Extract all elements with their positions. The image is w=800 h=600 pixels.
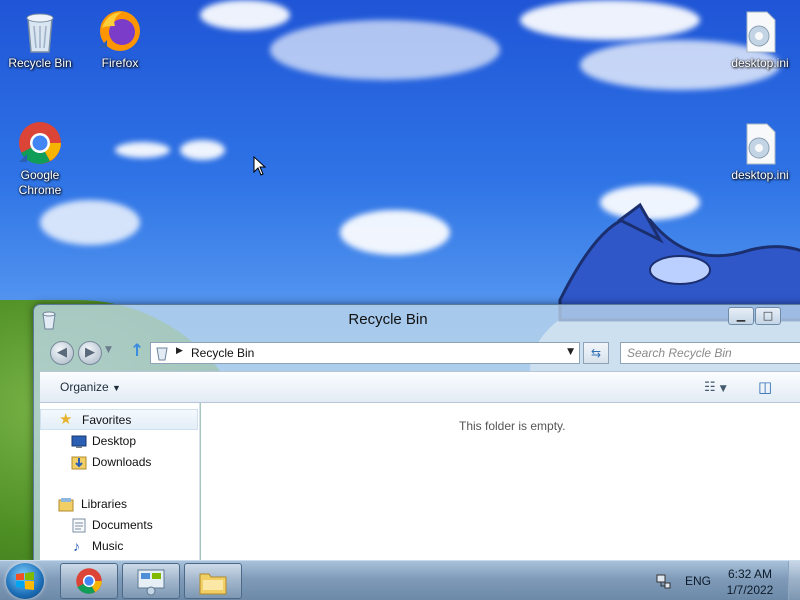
recent-pages-dropdown-icon[interactable]: ▼ xyxy=(105,345,112,355)
forward-button[interactable]: ▶ xyxy=(78,341,102,365)
show-desktop-button[interactable] xyxy=(788,561,800,600)
maximize-button[interactable]: □ xyxy=(755,307,781,325)
forward-arrow-icon: ▶ xyxy=(85,345,95,360)
window-titlebar[interactable]: Recycle Bin ▁ □ xyxy=(34,305,800,335)
organize-label: Organize xyxy=(60,380,109,394)
taskbar-chrome-button[interactable] xyxy=(60,563,118,599)
network-icon[interactable] xyxy=(655,573,671,589)
minimize-button[interactable]: ▁ xyxy=(728,307,754,325)
nav-libraries[interactable]: Libraries xyxy=(40,494,198,515)
view-options-icon[interactable]: ☷ ▼ xyxy=(704,380,727,395)
navigation-bar: ◀ ▶ ▼ ↑ ▶ Recycle Bin ▼ ⇆ Search Recycle… xyxy=(42,339,800,367)
desktop-folder-icon xyxy=(71,435,87,448)
taskbar: ENG 6:32 AM 1/7/2022 xyxy=(0,560,800,600)
address-bar[interactable]: ▶ Recycle Bin ▼ xyxy=(150,342,580,364)
taskbar-explorer-button[interactable] xyxy=(184,563,242,599)
preview-pane-icon[interactable]: ◫ xyxy=(758,378,772,396)
settings-file-icon xyxy=(737,8,783,54)
maximize-icon: □ xyxy=(762,309,774,322)
nav-music[interactable]: ♪ Music xyxy=(40,536,198,557)
firefox-icon xyxy=(97,8,143,54)
desktop-icon-google-chrome[interactable]: Google Chrome xyxy=(3,120,77,198)
clock-time: 6:32 AM xyxy=(727,567,773,581)
breadcrumb-separator-icon[interactable]: ▶ xyxy=(176,346,183,356)
libraries-icon xyxy=(58,498,74,512)
mouse-pointer-icon xyxy=(253,156,267,176)
window-title: Recycle Bin xyxy=(348,311,428,328)
nav-desktop-label: Desktop xyxy=(92,434,137,448)
chevron-down-icon: ▼ xyxy=(112,383,121,393)
desktop-icon-label: desktop.ini xyxy=(731,168,789,182)
desktop-icon-label: Recycle Bin xyxy=(8,56,72,70)
nav-documents-label: Documents xyxy=(92,518,153,532)
music-note-icon: ♪ xyxy=(73,538,80,554)
settings-file-icon xyxy=(737,120,783,166)
breadcrumb-recycle-bin[interactable]: Recycle Bin xyxy=(191,346,254,360)
desktop-icon-desktop-ini-2[interactable]: desktop.ini xyxy=(723,120,797,183)
chrome-icon xyxy=(17,120,63,166)
nav-downloads-label: Downloads xyxy=(92,455,152,469)
back-arrow-icon: ◀ xyxy=(57,345,67,360)
nav-documents[interactable]: Documents xyxy=(40,515,198,536)
star-icon: ★ xyxy=(59,411,73,428)
nav-favorites[interactable]: ★ Favorites xyxy=(40,409,198,430)
back-button[interactable]: ◀ xyxy=(50,341,74,365)
navigation-pane: ★ Favorites Desktop Downloads Libraries xyxy=(40,403,200,563)
desktop-icon-firefox[interactable]: Firefox xyxy=(83,8,157,71)
recycle-bin-address-icon xyxy=(156,347,168,361)
nav-downloads[interactable]: Downloads xyxy=(40,452,198,473)
language-indicator[interactable]: ENG xyxy=(685,574,711,588)
desktop-icon-label: Google Chrome xyxy=(18,168,62,197)
desktop-icon-label: Firefox xyxy=(101,56,139,70)
clock-date: 1/7/2022 xyxy=(726,583,774,597)
folder-icon xyxy=(199,573,227,595)
downloads-folder-icon xyxy=(71,456,87,470)
refresh-icon: ⇆ xyxy=(590,346,602,360)
documents-icon xyxy=(72,518,86,533)
minimize-icon: ▁ xyxy=(736,309,746,322)
taskbar-clock[interactable]: 6:32 AM 1/7/2022 xyxy=(720,566,780,598)
search-input[interactable]: Search Recycle Bin xyxy=(620,342,800,364)
chrome-icon xyxy=(76,568,102,594)
taskbar-control-panel-button[interactable] xyxy=(122,563,180,599)
empty-folder-message: This folder is empty. xyxy=(459,419,566,433)
desktop-icon-desktop-ini-1[interactable]: desktop.ini xyxy=(723,8,797,71)
nav-libraries-label: Libraries xyxy=(81,497,128,511)
recycle-bin-icon xyxy=(17,8,63,54)
windows-logo-icon xyxy=(16,572,34,590)
start-button[interactable] xyxy=(6,563,44,599)
control-panel-icon xyxy=(137,569,165,596)
file-list-area[interactable]: This folder is empty. xyxy=(201,403,800,563)
command-toolbar: Organize ▼ ☷ ▼ ◫ xyxy=(40,371,800,403)
organize-button[interactable]: Organize ▼ xyxy=(60,380,121,394)
up-arrow-icon[interactable]: ↑ xyxy=(130,341,144,361)
recycle-bin-window[interactable]: Recycle Bin ▁ □ ◀ ▶ ▼ ↑ ▶ Recycle Bin ▼ … xyxy=(33,304,800,564)
nav-favorites-label: Favorites xyxy=(82,413,132,427)
nav-desktop[interactable]: Desktop xyxy=(40,431,198,452)
refresh-button[interactable]: ⇆ xyxy=(583,342,609,364)
desktop-icon-label: desktop.ini xyxy=(731,56,789,70)
nav-music-label: Music xyxy=(92,539,124,553)
desktop-icon-recycle-bin[interactable]: Recycle Bin xyxy=(3,8,77,71)
address-dropdown-icon[interactable]: ▼ xyxy=(567,347,574,357)
